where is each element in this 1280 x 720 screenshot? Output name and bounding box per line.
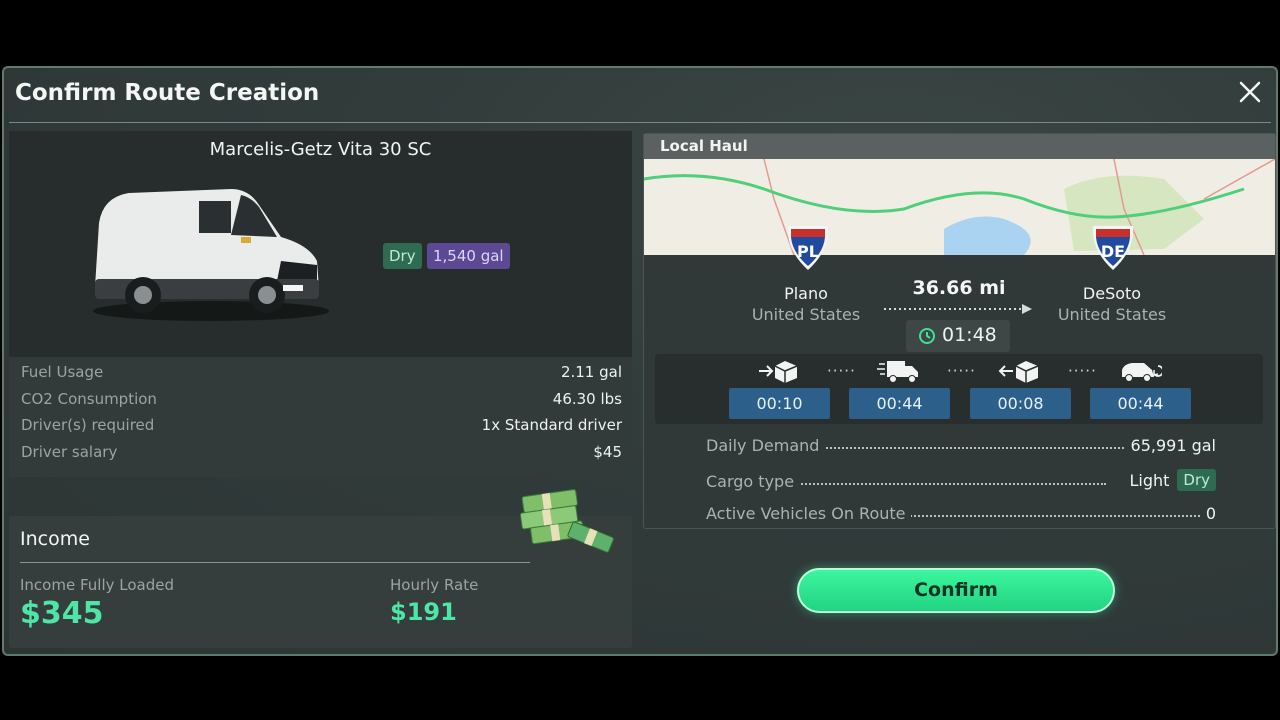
stat-row-drivers: Driver(s) required 1x Standard driver	[21, 416, 622, 438]
vehicle-stats: Fuel Usage 2.11 gal CO2 Consumption 46.3…	[9, 357, 632, 477]
vehicle-panel: Marcelis-Getz Vita 30 SC Dry 1,540 gal	[9, 131, 632, 357]
return-van-icon	[1122, 363, 1162, 382]
daily-demand-label: Daily Demand	[706, 436, 826, 455]
stat-label: Driver(s) required	[21, 416, 155, 434]
stat-label: Fuel Usage	[21, 363, 104, 381]
load-cargo-icon	[759, 361, 798, 383]
cargo-type-value-group: Light Dry	[1123, 469, 1216, 491]
vehicle-name: Marcelis-Getz Vita 30 SC	[209, 139, 432, 160]
origin-city: Plano United States	[736, 284, 876, 324]
delivery-truck-icon	[877, 361, 918, 383]
route-stages: ····· ····· ····· 00:10 00:44 00:08 00:4…	[655, 354, 1263, 424]
income-fully-loaded-value: $345	[20, 596, 104, 631]
van-image	[93, 189, 329, 321]
stat-value: $45	[593, 443, 622, 461]
capacity-tag: 1,540 gal	[427, 243, 510, 269]
origin-shield-icon: PL	[787, 226, 829, 270]
stat-value: 46.30 lbs	[552, 390, 622, 408]
active-vehicles-label: Active Vehicles On Route	[706, 504, 912, 523]
route-arrow-icon	[884, 304, 1032, 314]
income-fully-loaded-label: Income Fully Loaded	[20, 576, 174, 594]
daily-demand-row: Daily Demand 65,991 gal	[706, 436, 1216, 458]
title-divider	[9, 122, 1271, 123]
stage-separator: ·····	[947, 362, 976, 380]
stage-separator: ·····	[1068, 362, 1097, 380]
route-duration-badge: 01:48	[906, 320, 1010, 352]
route-map	[644, 159, 1275, 255]
close-icon[interactable]	[1238, 80, 1262, 104]
destination-shield-icon: DE	[1092, 226, 1134, 270]
cargo-type-label: Cargo type	[706, 472, 801, 491]
destination-country: United States	[1057, 305, 1167, 324]
destination-city: DeSoto United States	[1042, 284, 1182, 324]
cash-stack-icon	[519, 489, 615, 553]
hourly-rate-value: $191	[390, 598, 457, 626]
stat-label: Driver salary	[21, 443, 118, 461]
stage-separator: ·····	[827, 362, 856, 380]
stat-row-salary: Driver salary $45	[21, 443, 622, 465]
route-panel: Local Haul PL DE Plano United States DeS…	[643, 133, 1276, 529]
route-duration: 01:48	[942, 324, 997, 346]
route-distance: 36.66 mi	[912, 277, 1006, 299]
stat-row-fuel: Fuel Usage 2.11 gal	[21, 363, 622, 385]
unload-cargo-icon	[998, 361, 1039, 383]
cargo-type-tag: Dry	[1177, 469, 1216, 491]
hourly-rate-label: Hourly Rate	[390, 576, 479, 594]
cargo-type-row: Cargo type Light Dry	[706, 469, 1216, 494]
stage-time-drive: 00:44	[849, 388, 950, 419]
stage-time-return: 00:44	[1090, 388, 1191, 419]
origin-country: United States	[751, 305, 861, 324]
confirm-button[interactable]: Confirm	[797, 568, 1115, 613]
stat-value: 2.11 gal	[560, 363, 622, 381]
destination-city-name: DeSoto	[1082, 284, 1142, 303]
stage-time-unload: 00:08	[970, 388, 1071, 419]
active-vehicles-row: Active Vehicles On Route 0	[706, 504, 1216, 526]
cargo-type-value: Light	[1129, 470, 1170, 490]
cargo-type-tag: Dry	[383, 243, 422, 269]
stat-label: CO2 Consumption	[21, 390, 157, 408]
modal-title: Confirm Route Creation	[15, 80, 320, 106]
stage-time-load: 00:10	[729, 388, 830, 419]
active-vehicles-value: 0	[1199, 504, 1216, 523]
origin-city-name: Plano	[784, 284, 828, 303]
income-title: Income	[20, 528, 90, 550]
route-header: Local Haul	[644, 134, 1275, 159]
clock-icon	[919, 328, 935, 344]
stat-value: 1x Standard driver	[481, 416, 622, 434]
origin-code: PL	[797, 242, 819, 261]
stat-row-co2: CO2 Consumption 46.30 lbs	[21, 390, 622, 412]
daily-demand-value: 65,991 gal	[1124, 436, 1216, 455]
route-type-label: Local Haul	[660, 137, 748, 155]
income-divider	[20, 562, 530, 563]
destination-code: DE	[1101, 242, 1125, 261]
